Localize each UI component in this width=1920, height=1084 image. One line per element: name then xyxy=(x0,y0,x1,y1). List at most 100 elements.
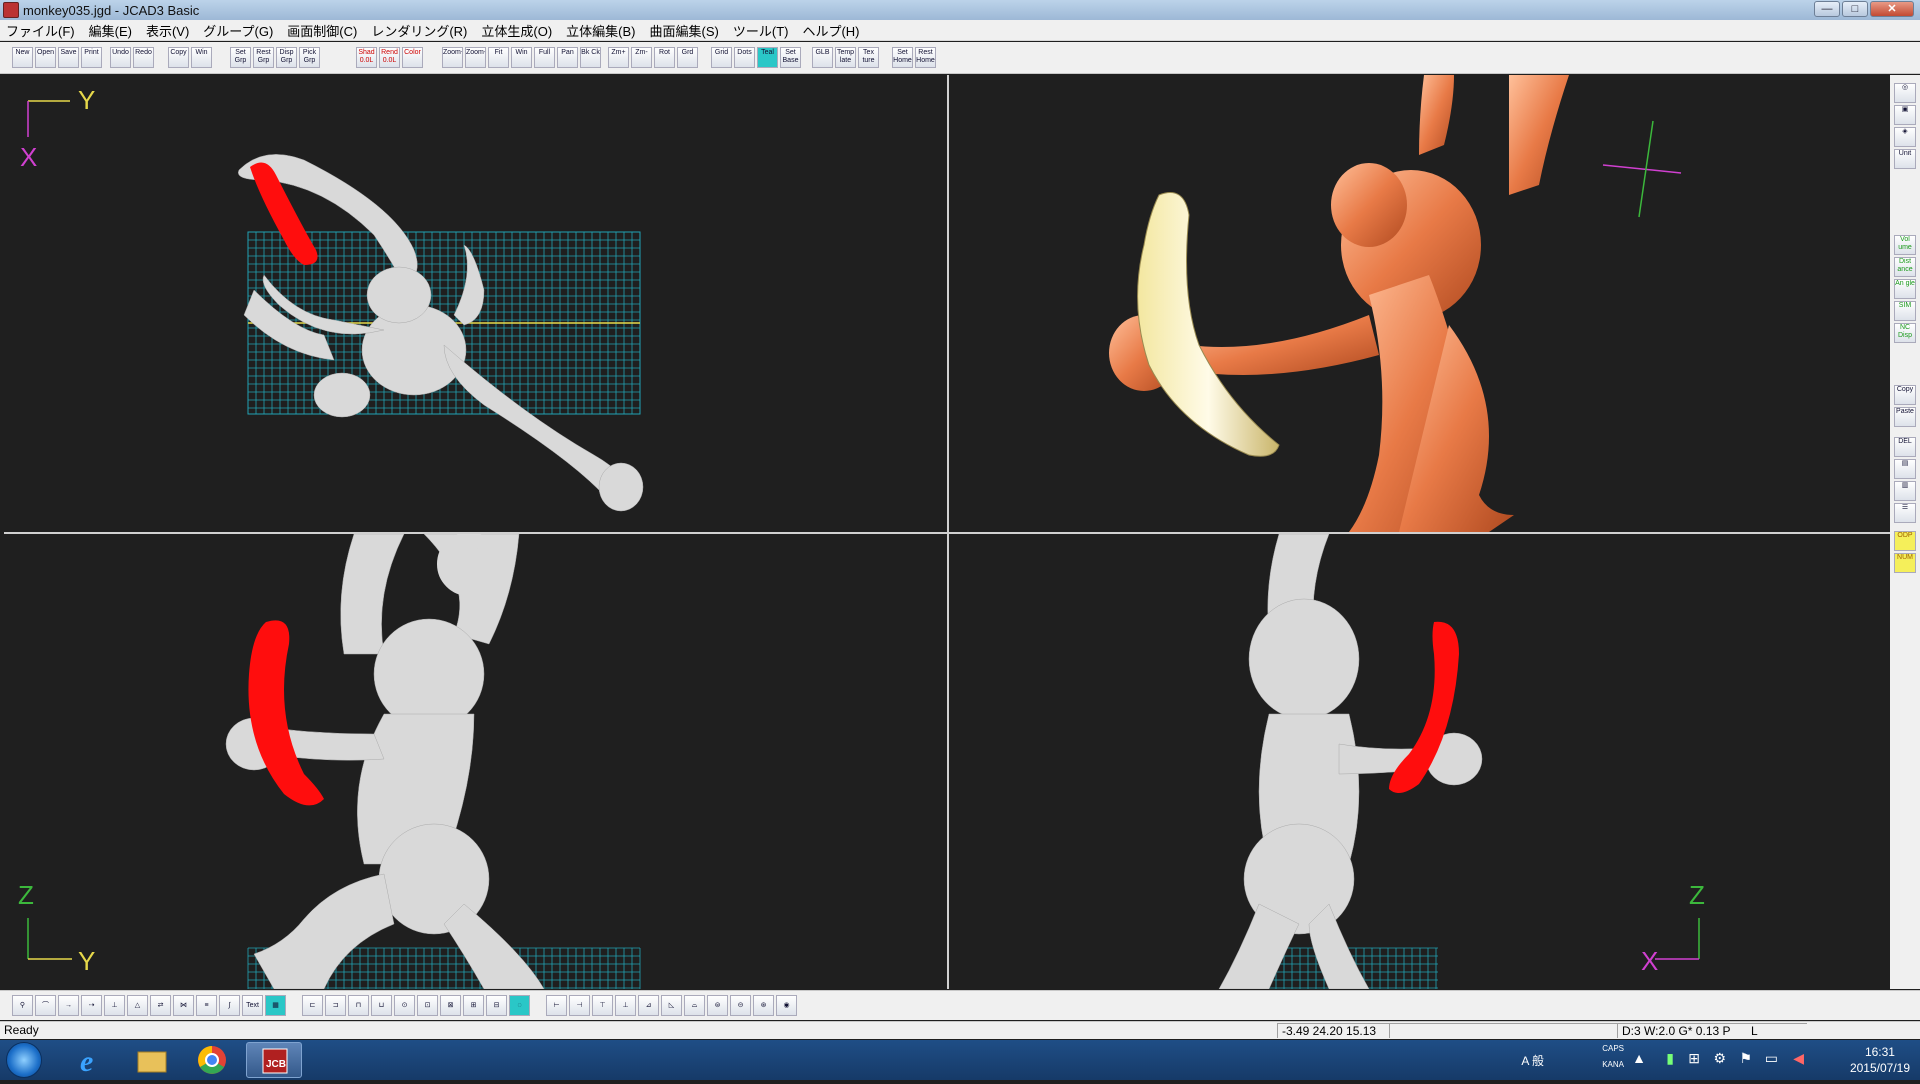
bottom-toolbar-button-9[interactable]: ∫ xyxy=(219,995,240,1016)
toolbar-button-20[interactable]: Pan xyxy=(557,47,578,68)
bottom-toolbar-button-18[interactable]: ⊠ xyxy=(440,995,461,1016)
bottom-toolbar-button-2[interactable]: → xyxy=(58,995,79,1016)
toolbar-button-16[interactable]: Zoom- xyxy=(465,47,486,68)
bottom-toolbar-button-15[interactable]: ⊔ xyxy=(371,995,392,1016)
toolbar-button-29[interactable]: Set Base xyxy=(780,47,801,68)
bottom-toolbar-button-17[interactable]: ⊡ xyxy=(417,995,438,1016)
bottom-toolbar-button-32[interactable]: ◉ xyxy=(776,995,797,1016)
chrome-taskbar-icon[interactable] xyxy=(184,1042,240,1078)
bottom-toolbar-button-8[interactable]: ≡ xyxy=(196,995,217,1016)
maximize-button[interactable]: □ xyxy=(1842,1,1868,17)
viewport-side[interactable]: Z X xyxy=(949,534,1890,989)
toolbar-button-22[interactable]: Zm+ xyxy=(608,47,629,68)
toolbar-button-28[interactable]: Teal xyxy=(757,47,778,68)
right-toolbar-button-16[interactable]: NUM xyxy=(1894,553,1916,573)
toolbar-button-18[interactable]: Win xyxy=(511,47,532,68)
bottom-toolbar-button-0[interactable]: ⚲ xyxy=(12,995,33,1016)
right-toolbar-button-7[interactable]: SIM xyxy=(1894,301,1916,321)
ime-indicator[interactable]: A 般 xyxy=(1521,1052,1544,1069)
ie-taskbar-icon[interactable]: e xyxy=(64,1042,120,1078)
right-toolbar-button-15[interactable]: ODP xyxy=(1894,531,1916,551)
right-toolbar-button-13[interactable]: ▥ xyxy=(1894,481,1916,501)
right-toolbar-button-12[interactable]: ▤ xyxy=(1894,459,1916,479)
bottom-toolbar-button-30[interactable]: ⊝ xyxy=(730,995,751,1016)
toolbar-button-21[interactable]: Bk Ck xyxy=(580,47,601,68)
toolbar-button-5[interactable]: Redo xyxy=(133,47,154,68)
menu-edit[interactable]: 編集(E) xyxy=(89,21,132,40)
toolbar-button-1[interactable]: Open xyxy=(35,47,56,68)
start-button[interactable] xyxy=(6,1042,42,1078)
toolbar-button-4[interactable]: Undo xyxy=(110,47,131,68)
viewport-perspective[interactable] xyxy=(949,75,1890,532)
viewport-splitter-horizontal[interactable] xyxy=(4,532,1890,534)
right-toolbar-button-2[interactable]: ◈ xyxy=(1894,127,1916,147)
bottom-toolbar-button-19[interactable]: ⊞ xyxy=(463,995,484,1016)
bottom-toolbar-button-25[interactable]: ⊥ xyxy=(615,995,636,1016)
minimize-button[interactable]: — xyxy=(1814,1,1840,17)
jcad-app-icon[interactable] xyxy=(3,2,19,18)
bottom-toolbar-button-26[interactable]: ⊿ xyxy=(638,995,659,1016)
windows-flag-icon[interactable]: ⊞ xyxy=(1688,1050,1700,1067)
toolbar-button-8[interactable]: Set Grp xyxy=(230,47,251,68)
menu-view[interactable]: 表示(V) xyxy=(146,21,189,40)
viewport-front[interactable]: Z Y xyxy=(4,534,947,989)
toolbar-button-24[interactable]: Rot xyxy=(654,47,675,68)
bottom-toolbar-button-16[interactable]: ⊙ xyxy=(394,995,415,1016)
viewport-top[interactable]: Y X xyxy=(4,75,947,532)
toolbar-button-6[interactable]: Copy xyxy=(168,47,189,68)
bottom-toolbar-button-10[interactable]: Text xyxy=(242,995,263,1016)
menu-help[interactable]: ヘルプ(H) xyxy=(802,21,859,40)
menu-tools[interactable]: ツール(T) xyxy=(733,21,789,40)
right-toolbar-button-4[interactable]: Vol ume xyxy=(1894,235,1916,255)
bottom-toolbar-button-7[interactable]: ⋈ xyxy=(173,995,194,1016)
toolbar-button-31[interactable]: Temp late xyxy=(835,47,856,68)
bottom-toolbar-button-13[interactable]: ⊐ xyxy=(325,995,346,1016)
bottom-toolbar-button-28[interactable]: ⌓ xyxy=(684,995,705,1016)
toolbar-button-14[interactable]: Color xyxy=(402,47,423,68)
toolbar-button-10[interactable]: Disp Grp xyxy=(276,47,297,68)
bottom-toolbar-button-22[interactable]: ⊢ xyxy=(546,995,567,1016)
toolbar-button-0[interactable]: New xyxy=(12,47,33,68)
volume-muted-icon[interactable]: ◀ xyxy=(1793,1050,1804,1067)
bottom-toolbar-button-11[interactable]: ▦ xyxy=(265,995,286,1016)
toolbar-button-2[interactable]: Save xyxy=(58,47,79,68)
menu-solid-create[interactable]: 立体生成(O) xyxy=(481,21,552,40)
bottom-toolbar-button-29[interactable]: ⊜ xyxy=(707,995,728,1016)
toolbar-button-11[interactable]: Pick Grp xyxy=(299,47,320,68)
right-toolbar-button-0[interactable]: ◎ xyxy=(1894,83,1916,103)
right-toolbar-button-6[interactable]: An gle xyxy=(1894,279,1916,299)
bottom-toolbar-button-21[interactable]: ◌ xyxy=(509,995,530,1016)
toolbar-button-25[interactable]: Grd xyxy=(677,47,698,68)
toolbar-button-15[interactable]: Zoom+ xyxy=(442,47,463,68)
right-toolbar-button-5[interactable]: Dist ance xyxy=(1894,257,1916,277)
right-toolbar-button-8[interactable]: NC Disp xyxy=(1894,323,1916,343)
clock[interactable]: 16:31 2015/07/19 xyxy=(1850,1044,1910,1076)
toolbar-button-13[interactable]: Rend 0.0L xyxy=(379,47,400,68)
toolbar-button-3[interactable]: Print xyxy=(81,47,102,68)
toolbar-button-26[interactable]: Grid xyxy=(711,47,732,68)
toolbar-button-33[interactable]: Set Home xyxy=(892,47,913,68)
show-hidden-icons-icon[interactable]: ▲ xyxy=(1632,1050,1646,1066)
network-icon[interactable]: ▭ xyxy=(1765,1050,1778,1067)
bottom-toolbar-button-5[interactable]: △ xyxy=(127,995,148,1016)
menu-rendering[interactable]: レンダリング(R) xyxy=(371,21,467,40)
toolbar-button-7[interactable]: Win xyxy=(191,47,212,68)
close-button[interactable]: ✕ xyxy=(1870,1,1914,17)
bottom-toolbar-button-12[interactable]: ⊏ xyxy=(302,995,323,1016)
right-toolbar-button-9[interactable]: Copy xyxy=(1894,385,1916,405)
bottom-toolbar-button-4[interactable]: ⊥ xyxy=(104,995,125,1016)
menu-solid-edit[interactable]: 立体編集(B) xyxy=(566,21,635,40)
toolbar-button-23[interactable]: Zm- xyxy=(631,47,652,68)
bottom-toolbar-button-3[interactable]: ⇢ xyxy=(81,995,102,1016)
bottom-toolbar-button-31[interactable]: ⊛ xyxy=(753,995,774,1016)
settings-icon[interactable]: ⚙ xyxy=(1713,1050,1726,1067)
folder-taskbar-icon[interactable] xyxy=(124,1042,180,1078)
menu-screen-control[interactable]: 画面制御(C) xyxy=(287,21,357,40)
action-center-icon[interactable]: ⚑ xyxy=(1739,1050,1752,1067)
toolbar-button-9[interactable]: Rest Grp xyxy=(253,47,274,68)
toolbar-button-12[interactable]: Shad 0.0L xyxy=(356,47,377,68)
bottom-toolbar-button-1[interactable]: ⌒ xyxy=(35,995,56,1016)
toolbar-button-30[interactable]: GLB xyxy=(812,47,833,68)
bottom-toolbar-button-20[interactable]: ⊟ xyxy=(486,995,507,1016)
menu-file[interactable]: ファイル(F) xyxy=(6,21,75,40)
